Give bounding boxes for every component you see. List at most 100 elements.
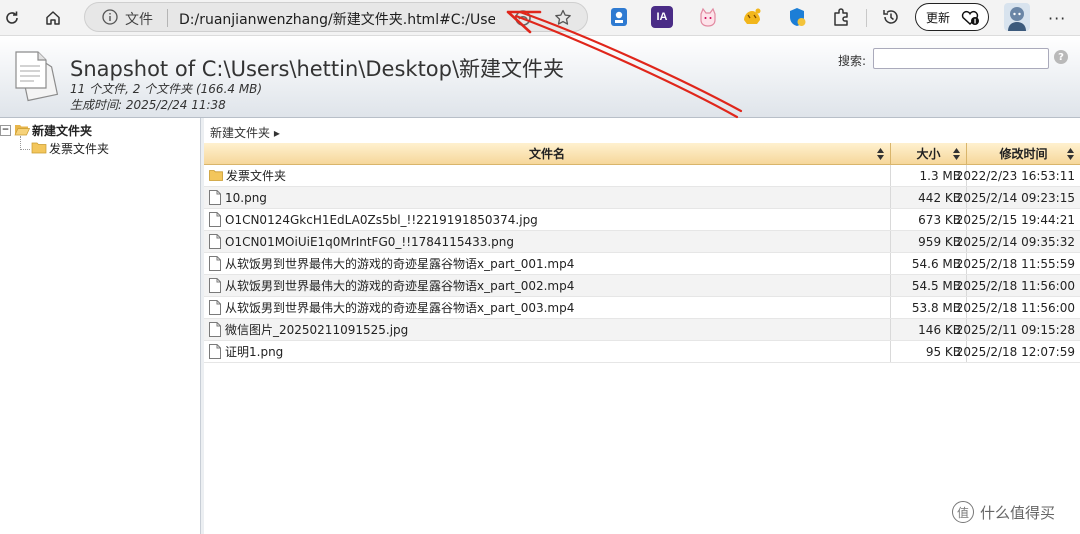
reader-mode-icon[interactable] <box>513 8 533 28</box>
history-icon[interactable] <box>880 6 902 28</box>
table-row[interactable]: 微信图片_20250211091525.jpg 146 KB 2025/2/11 0… <box>204 319 1080 341</box>
update-button[interactable]: 更新 <box>915 3 989 31</box>
column-header-name[interactable]: 文件名 <box>204 143 890 164</box>
cell-date: 2025/2/18 12:07:59 <box>956 341 1080 362</box>
file-date: 2025/2/18 11:56:00 <box>955 278 1075 293</box>
cell-size: 673 KB <box>890 209 966 230</box>
cell-name[interactable]: 从软饭男到世界最伟大的游戏的奇迹星露谷物语x_part_003.mp4 <box>204 297 890 318</box>
cell-name[interactable]: 10.png <box>204 187 890 208</box>
cell-name[interactable]: 从软饭男到世界最伟大的游戏的奇迹星露谷物语x_part_002.mp4 <box>204 275 890 296</box>
table-row[interactable]: 从软饭男到世界最伟大的游戏的奇迹星露谷物语x_part_003.mp4 53.8 … <box>204 297 1080 319</box>
column-header-date[interactable]: 修改时间 <box>966 143 1080 164</box>
file-name: 从软饭男到世界最伟大的游戏的奇迹星露谷物语x_part_002.mp4 <box>225 279 575 293</box>
tree-node-root[interactable]: − 新建文件夹 <box>0 122 92 138</box>
extension-ia-icon[interactable]: IA <box>651 6 673 28</box>
favorite-star-icon[interactable] <box>553 8 573 28</box>
file-name: O1CN0124GkcH1EdLA0Zs5bl_!!2219191850374.… <box>225 212 538 227</box>
cell-name[interactable]: 微信图片_20250211091525.jpg <box>204 319 890 340</box>
help-icon[interactable]: ? <box>1054 50 1068 64</box>
cell-date: 2025/2/14 09:35:32 <box>956 231 1080 252</box>
file-date: 2025/2/18 11:56:00 <box>955 300 1075 315</box>
home-button[interactable] <box>41 6 65 30</box>
file-size: 146 KB <box>918 322 961 337</box>
toolbar-divider <box>866 9 867 27</box>
cell-date: 2025/2/15 19:44:21 <box>956 209 1080 230</box>
file-size: 959 KB <box>918 234 961 249</box>
cell-date: 2025/2/11 09:15:28 <box>956 319 1080 340</box>
tree-node-invoice[interactable]: 发票文件夹 <box>31 140 109 156</box>
file-icon <box>209 278 221 293</box>
table-row[interactable]: 10.png 442 KB 2025/2/14 09:23:15 <box>204 187 1080 209</box>
extensions-puzzle-icon[interactable] <box>830 6 852 28</box>
extension-tiger-icon[interactable] <box>741 6 763 28</box>
info-icon[interactable] <box>101 8 119 26</box>
page-title: Snapshot of C:\Users\hettin\Desktop\新建文件… <box>70 57 565 81</box>
file-icon <box>209 322 221 337</box>
browser-toolbar: 文件 D:/ruanjianwenzhang/新建文件夹.html#C:/Use… <box>0 0 1080 36</box>
cell-size: 54.5 MB <box>890 275 966 296</box>
extension-shield-icon[interactable] <box>786 6 808 28</box>
file-name: O1CN01MOiUiE1q0MrIntFG0_!!1784115433.png <box>225 234 515 249</box>
more-menu-icon[interactable]: ··· <box>1048 9 1066 28</box>
table-row[interactable]: O1CN01MOiUiE1q0MrIntFG0_!!1784115433.png… <box>204 231 1080 253</box>
cell-date: 2022/2/23 16:53:11 <box>956 165 1080 186</box>
cell-name[interactable]: O1CN0124GkcH1EdLA0Zs5bl_!!2219191850374.… <box>204 209 890 230</box>
cell-size: 442 KB <box>890 187 966 208</box>
refresh-button[interactable] <box>0 6 24 30</box>
file-icon <box>209 212 221 227</box>
cell-size: 54.6 MB <box>890 253 966 274</box>
url-text[interactable]: D:/ruanjianwenzhang/新建文件夹.html#C:/Users.… <box>179 9 495 29</box>
column-header-size[interactable]: 大小 <box>890 143 966 164</box>
table-row[interactable]: 证明1.png 95 KB 2025/2/18 12:07:59 <box>204 341 1080 363</box>
breadcrumb[interactable]: 新建文件夹 ▸ <box>210 124 280 141</box>
sort-icon <box>877 148 884 160</box>
file-date: 2025/2/14 09:23:15 <box>955 190 1075 205</box>
file-date: 2025/2/15 19:44:21 <box>955 212 1075 227</box>
folder-tree: − 新建文件夹 发票文件夹 <box>0 118 200 534</box>
watermark-text: 什么值得买 <box>980 503 1056 522</box>
cell-size: 959 KB <box>890 231 966 252</box>
cell-date: 2025/2/18 11:56:00 <box>956 275 1080 296</box>
file-name: 从软饭男到世界最伟大的游戏的奇迹星露谷物语x_part_001.mp4 <box>225 257 575 271</box>
cell-name[interactable]: 从软饭男到世界最伟大的游戏的奇迹星露谷物语x_part_001.mp4 <box>204 253 890 274</box>
file-size: 673 KB <box>918 212 961 227</box>
cell-name[interactable]: O1CN01MOiUiE1q0MrIntFG0_!!1784115433.png <box>204 231 890 252</box>
site-info-label: 文件 <box>125 12 153 28</box>
table-row[interactable]: O1CN0124GkcH1EdLA0Zs5bl_!!2219191850374.… <box>204 209 1080 231</box>
open-folder-icon <box>14 125 30 136</box>
file-date: 2025/2/14 09:35:32 <box>955 234 1075 249</box>
cell-size: 146 KB <box>890 319 966 340</box>
refresh-icon <box>6 11 18 24</box>
file-icon <box>209 256 221 271</box>
file-name: 10.png <box>225 190 267 205</box>
collapse-toggle[interactable]: − <box>0 124 11 136</box>
file-icon <box>209 190 221 205</box>
table-row[interactable]: 发票文件夹 1.3 MB 2022/2/23 16:53:11 <box>204 165 1080 187</box>
extension-bookmark-icon[interactable] <box>608 6 630 28</box>
table-row[interactable]: 从软饭男到世界最伟大的游戏的奇迹星露谷物语x_part_002.mp4 54.5 … <box>204 275 1080 297</box>
file-name: 微信图片_20250211091525.jpg <box>225 323 409 337</box>
tree-connector <box>20 136 30 150</box>
profile-avatar[interactable] <box>1004 3 1030 31</box>
table-header: 文件名 大小 修改时间 <box>204 143 1080 165</box>
extension-cat-icon[interactable] <box>697 6 719 28</box>
tree-root-label: 新建文件夹 <box>32 123 93 138</box>
column-header-date-label: 修改时间 <box>999 147 1048 161</box>
folder-icon <box>209 170 223 181</box>
cell-size: 1.3 MB <box>890 165 966 186</box>
file-icon <box>209 300 221 315</box>
cell-name[interactable]: 发票文件夹 <box>204 165 890 186</box>
cell-date: 2025/2/18 11:55:59 <box>956 253 1080 274</box>
address-bar[interactable]: 文件 D:/ruanjianwenzhang/新建文件夹.html#C:/Use… <box>84 2 588 32</box>
file-date: 2025/2/11 09:15:28 <box>955 322 1075 337</box>
home-icon <box>46 11 60 25</box>
table-row[interactable]: 从软饭男到世界最伟大的游戏的奇迹星露谷物语x_part_001.mp4 54.6 … <box>204 253 1080 275</box>
file-size: 53.8 MB <box>911 300 961 315</box>
search-label: 搜索: <box>838 54 867 68</box>
cell-date: 2025/2/18 11:56:00 <box>956 297 1080 318</box>
search-input[interactable] <box>873 48 1049 69</box>
folder-icon <box>31 142 47 154</box>
cell-name[interactable]: 证明1.png <box>204 341 890 362</box>
summary-stats: 11 个文件, 2 个文件夹 (166.4 MB) <box>70 82 263 96</box>
file-date: 2022/2/23 16:53:11 <box>955 168 1075 183</box>
